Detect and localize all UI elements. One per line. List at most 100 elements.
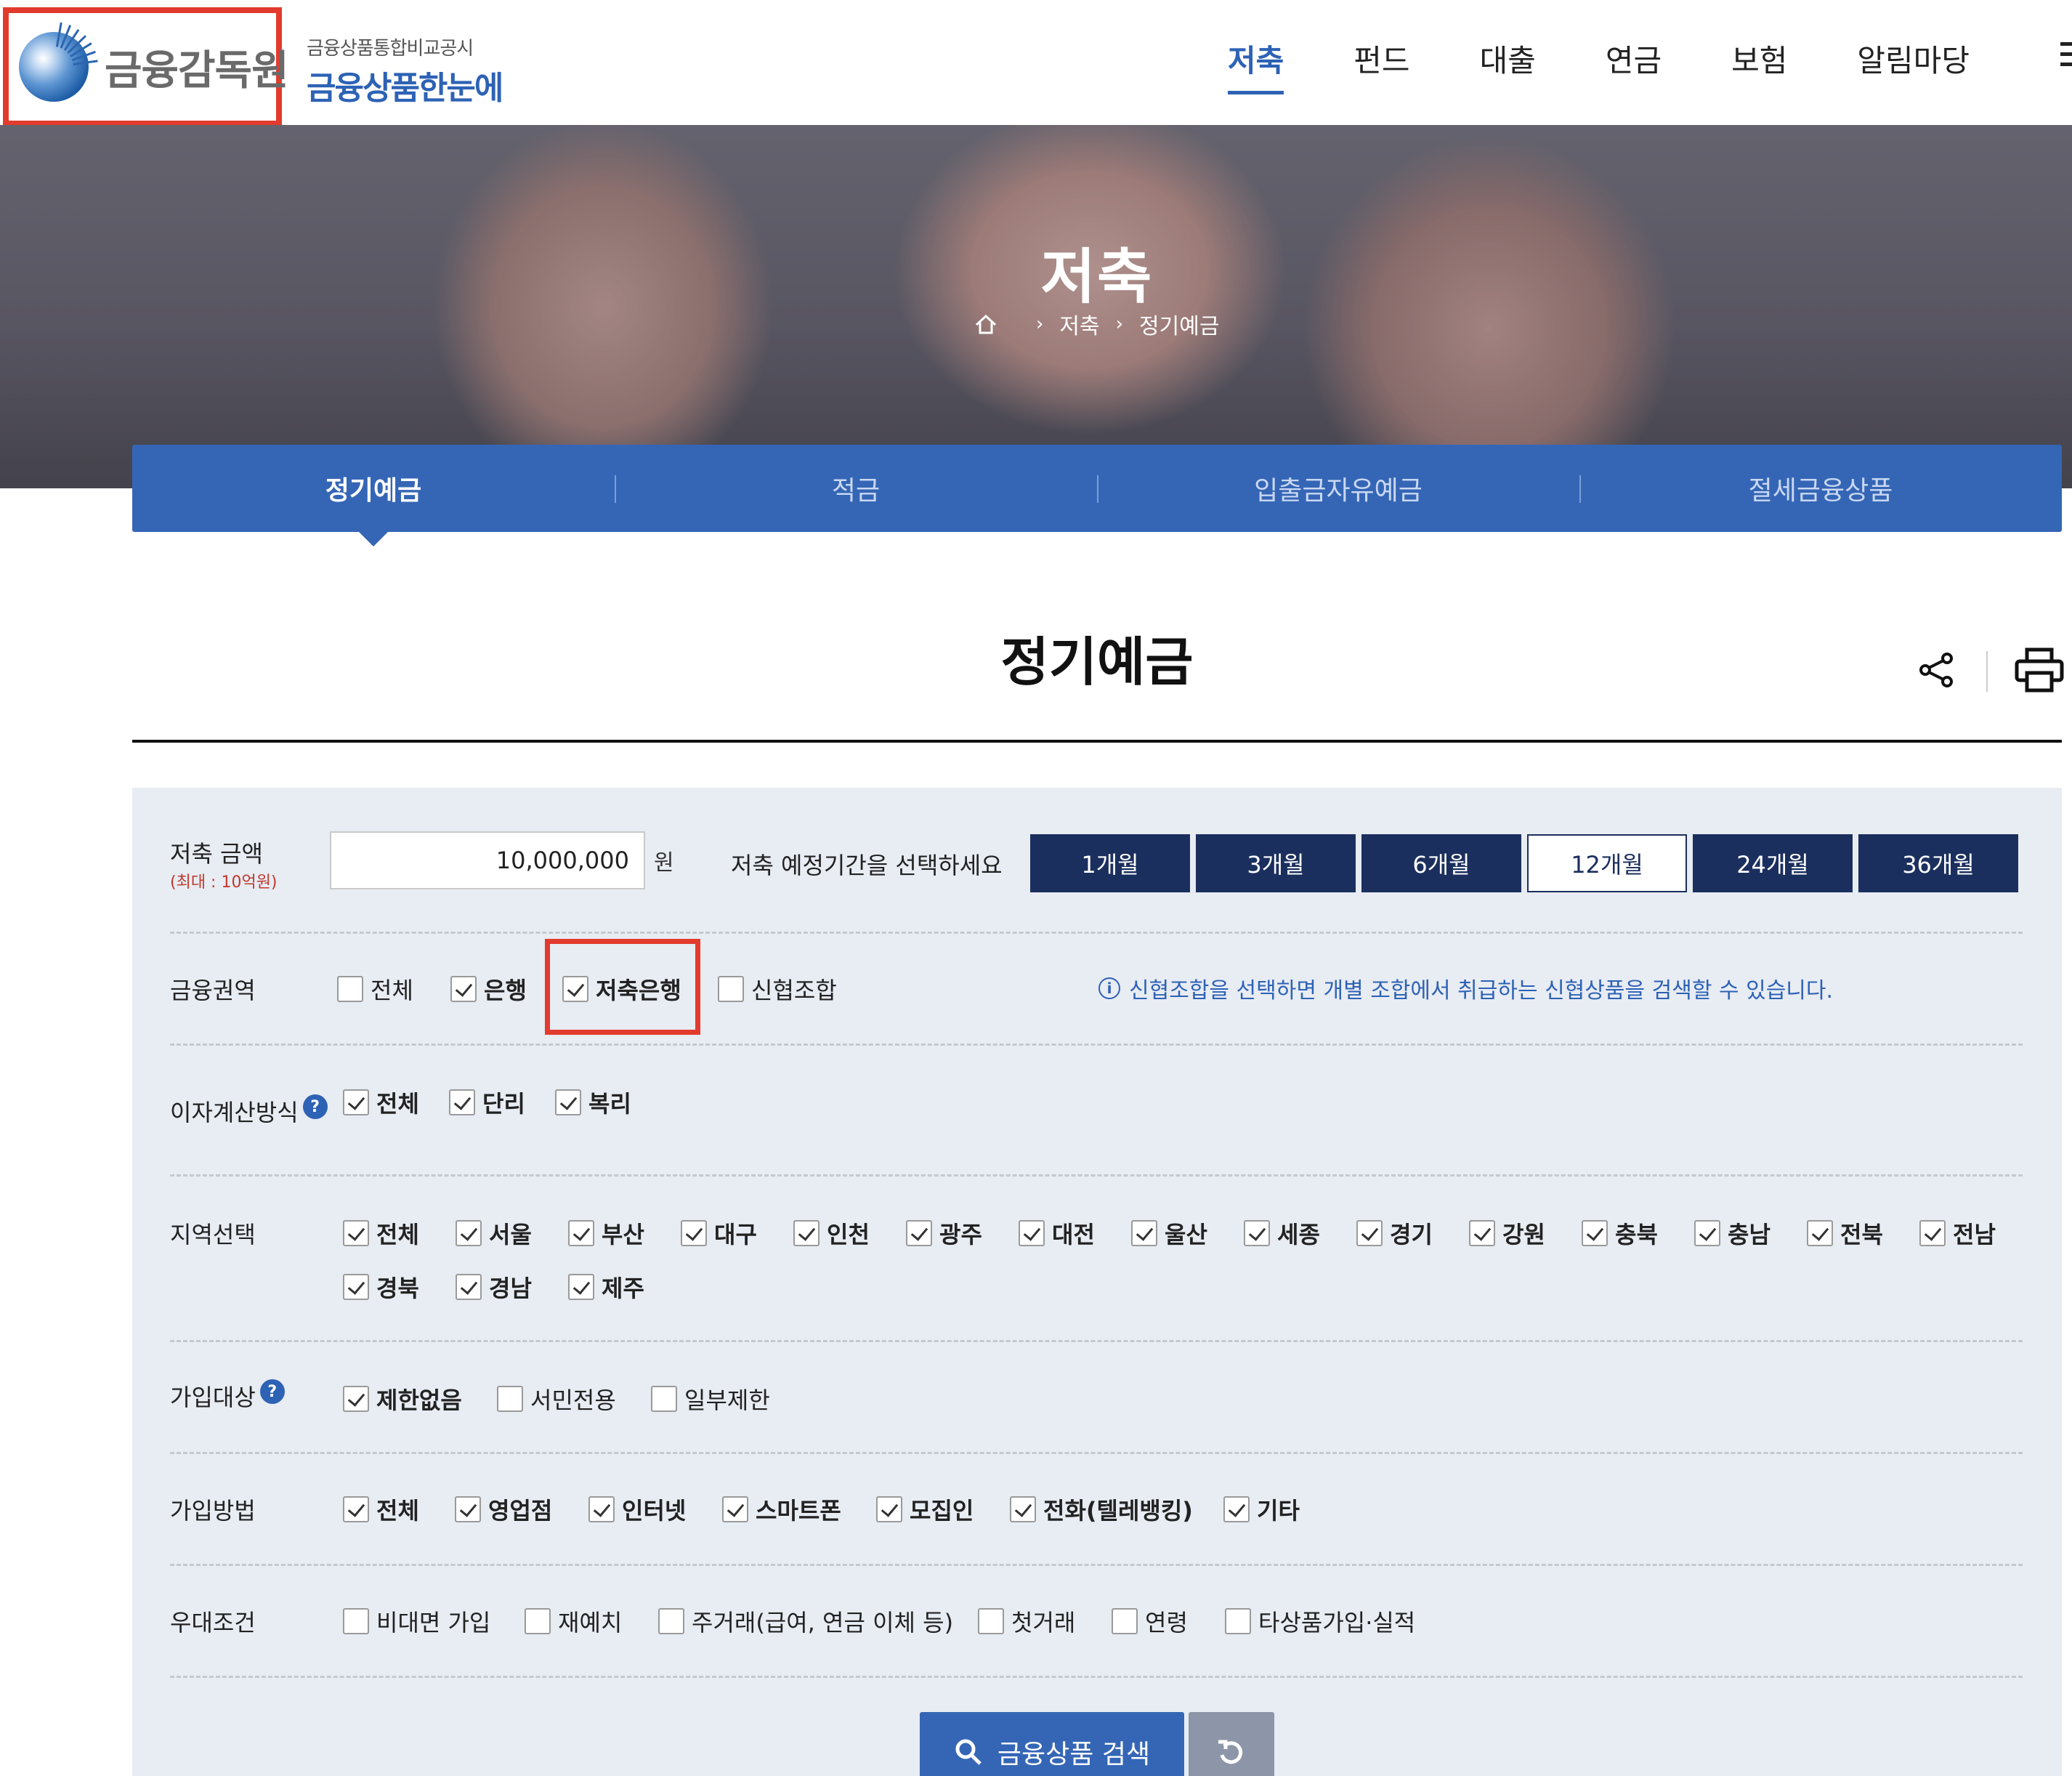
- period-24m-button[interactable]: 24개월: [1693, 834, 1853, 892]
- region-checkbox-10[interactable]: 강원: [1469, 1216, 1545, 1250]
- region-checkbox-2[interactable]: 부산: [568, 1216, 644, 1250]
- region-checkbox-8[interactable]: 세종: [1244, 1216, 1320, 1250]
- preference-checkbox-5[interactable]: 타상품가입·실적: [1225, 1605, 1415, 1638]
- sector-bank-checkbox[interactable]: 은행: [450, 972, 527, 1006]
- preference-checkbox-0[interactable]: 비대면 가입: [343, 1605, 490, 1638]
- search-button[interactable]: 금융상품 검색: [920, 1712, 1184, 1776]
- region-label: 지역선택: [170, 1221, 256, 1248]
- region-checkbox-0[interactable]: 전체: [343, 1216, 419, 1250]
- preference-checkbox-1[interactable]: 재예치: [525, 1605, 622, 1638]
- nav-pension[interactable]: 연금: [1606, 36, 1662, 94]
- preference-checkbox-3[interactable]: 첫거래: [978, 1605, 1075, 1638]
- home-icon[interactable]: [974, 312, 998, 336]
- sector-label: 금융권역: [170, 977, 256, 1004]
- region-checkbox-13[interactable]: 전북: [1807, 1216, 1883, 1250]
- region-checkbox-7[interactable]: 울산: [1131, 1216, 1207, 1250]
- region-option-label: 제주: [602, 1275, 644, 1302]
- checkbox-box: [1356, 1220, 1383, 1246]
- print-icon[interactable]: [2014, 647, 2065, 693]
- help-icon[interactable]: ?: [259, 1379, 285, 1404]
- nav-insurance[interactable]: 보험: [1731, 36, 1787, 94]
- region-checkbox-6[interactable]: 대전: [1019, 1216, 1095, 1250]
- method-checkbox-1[interactable]: 영업점: [455, 1493, 552, 1526]
- main-nav: 저축 펀드 대출 연금 보험 알림마당: [1228, 36, 2039, 94]
- interest-compound-checkbox[interactable]: 복리: [555, 1086, 631, 1119]
- interest-all-checkbox[interactable]: 전체: [343, 1086, 419, 1119]
- fss-globe-icon: [19, 22, 98, 102]
- period-3m-button[interactable]: 3개월: [1196, 834, 1356, 892]
- tab-installment-savings[interactable]: 적금: [615, 445, 1097, 532]
- checkbox-box: [456, 1274, 482, 1300]
- period-1m-button[interactable]: 1개월: [1030, 834, 1190, 892]
- method-option-label: 모집인: [910, 1497, 974, 1525]
- period-6m-button[interactable]: 6개월: [1361, 834, 1521, 892]
- tab-demand-deposit[interactable]: 입출금자유예금: [1097, 445, 1579, 532]
- period-12m-button[interactable]: 12개월: [1527, 834, 1687, 892]
- nav-fund[interactable]: 펀드: [1353, 36, 1409, 94]
- region-option-label: 경기: [1390, 1221, 1433, 1248]
- breadcrumb-time-deposit[interactable]: 정기예금: [1139, 308, 1219, 340]
- amount-input[interactable]: [330, 831, 645, 889]
- nav-savings[interactable]: 저축: [1228, 36, 1284, 94]
- tab-time-deposit[interactable]: 정기예금: [132, 445, 615, 546]
- checkbox-box: [568, 1220, 594, 1246]
- sector-credit-union-checkbox[interactable]: 신협조합: [718, 972, 837, 1006]
- checkbox-box: [876, 1496, 902, 1522]
- target-low-income-checkbox[interactable]: 서민전용: [497, 1382, 616, 1416]
- region-checkbox-4[interactable]: 인천: [793, 1216, 870, 1250]
- region-checkbox-12[interactable]: 충남: [1694, 1216, 1770, 1250]
- region-checkbox-16[interactable]: 경남: [456, 1270, 532, 1304]
- method-checkbox-4[interactable]: 모집인: [876, 1493, 974, 1526]
- site-brand[interactable]: 금융상품통합비교공시 금융상품한눈에: [307, 33, 503, 108]
- checkbox-box: [568, 1274, 594, 1300]
- search-icon: [955, 1739, 982, 1765]
- checkbox-box: [793, 1220, 820, 1246]
- preference-checkbox-2[interactable]: 주거래(급여, 연금 이체 등): [658, 1605, 953, 1638]
- region-checkbox-5[interactable]: 광주: [906, 1216, 982, 1250]
- reset-button[interactable]: [1189, 1712, 1274, 1776]
- fss-logo[interactable]: 금융감독원: [3, 7, 289, 126]
- region-checkbox-3[interactable]: 대구: [681, 1216, 757, 1250]
- preference-option-label: 연령: [1145, 1609, 1188, 1636]
- region-option-label: 전체: [376, 1221, 419, 1248]
- preference-checkbox-4[interactable]: 연령: [1112, 1605, 1188, 1638]
- row-divider: [170, 1564, 2023, 1566]
- period-36m-button[interactable]: 36개월: [1858, 834, 2018, 892]
- nav-notice[interactable]: 알림마당: [1857, 36, 1970, 94]
- region-checkbox-9[interactable]: 경기: [1356, 1216, 1433, 1250]
- method-checkbox-6[interactable]: 기타: [1223, 1493, 1300, 1526]
- brand-title: 금융상품한눈에: [307, 70, 503, 107]
- target-unrestricted-checkbox[interactable]: 제한없음: [343, 1382, 462, 1416]
- region-option-label: 서울: [489, 1221, 532, 1248]
- checkbox-box: [1010, 1496, 1036, 1522]
- method-checkbox-0[interactable]: 전체: [343, 1493, 419, 1526]
- checkbox-box: [681, 1220, 707, 1246]
- region-checkbox-14[interactable]: 전남: [1919, 1216, 1996, 1250]
- breadcrumb: › 저축 › 정기예금: [974, 308, 1219, 340]
- checkbox-box: [1019, 1220, 1045, 1246]
- method-checkbox-3[interactable]: 스마트폰: [722, 1493, 841, 1526]
- amount-label: 저축 금액: [170, 840, 263, 868]
- tab-tax-saving[interactable]: 절세금융상품: [1579, 445, 2062, 532]
- nav-loan[interactable]: 대출: [1480, 36, 1536, 94]
- checkbox-box: [343, 1274, 369, 1300]
- hero-banner: 저축 › 저축 › 정기예금: [0, 125, 2072, 488]
- method-checkbox-2[interactable]: 인터넷: [588, 1493, 686, 1526]
- region-checkbox-15[interactable]: 경북: [343, 1270, 419, 1304]
- region-checkbox-17[interactable]: 제주: [568, 1270, 644, 1304]
- interest-label: 이자계산방식?: [170, 1094, 328, 1128]
- region-checkbox-11[interactable]: 충북: [1582, 1216, 1658, 1250]
- share-icon[interactable]: [1915, 648, 1959, 692]
- method-option-label: 영업점: [488, 1497, 553, 1525]
- hamburger-menu-icon[interactable]: [2060, 42, 2072, 73]
- method-checkbox-5[interactable]: 전화(텔레뱅킹): [1010, 1493, 1193, 1526]
- breadcrumb-savings[interactable]: 저축: [1059, 308, 1099, 340]
- region-checkbox-1[interactable]: 서울: [456, 1216, 532, 1250]
- interest-simple-checkbox[interactable]: 단리: [449, 1086, 525, 1119]
- help-icon[interactable]: ?: [302, 1094, 328, 1119]
- sector-all-checkbox[interactable]: 전체: [337, 972, 413, 1006]
- checkbox-box: [978, 1608, 1004, 1634]
- row-divider: [170, 932, 2023, 934]
- target-partial-checkbox[interactable]: 일부제한: [651, 1382, 770, 1416]
- preference-label: 우대조건: [170, 1609, 256, 1636]
